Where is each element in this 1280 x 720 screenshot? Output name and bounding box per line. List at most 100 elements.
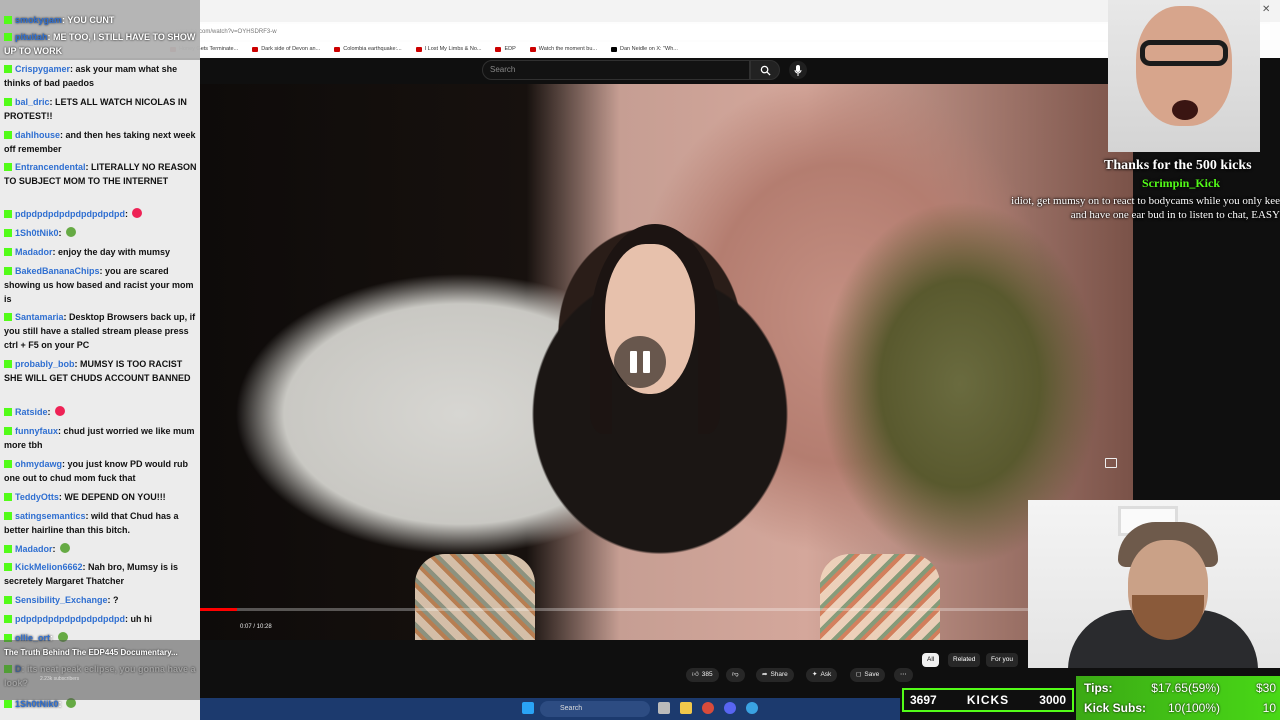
miniplayer-icon[interactable] [1105, 458, 1117, 468]
chat-message: Madador: enjoy the day with mumsy [4, 245, 200, 259]
chat-username[interactable]: Madador [15, 247, 53, 257]
windows-start-icon[interactable] [522, 702, 534, 714]
bookmark-icon [495, 46, 502, 52]
close-icon[interactable]: ✕ [1262, 4, 1270, 15]
kick-badge-icon [4, 98, 12, 106]
chat-separator: : [52, 544, 59, 554]
search-button[interactable] [750, 60, 780, 80]
alert-title: Thanks for the 500 kicks [1104, 158, 1252, 173]
alert-username: Scrimpin_Kick [1142, 176, 1221, 190]
save-button[interactable]: ◻ Save [850, 668, 886, 682]
subs-label: Kick Subs: [1084, 701, 1147, 715]
search-input[interactable]: Search [482, 60, 750, 80]
chat-username[interactable]: Ratside [15, 407, 48, 417]
like-button[interactable]: 👍︎ 385 [686, 668, 719, 682]
bookmark-icon [415, 46, 422, 52]
pause-button[interactable] [614, 336, 666, 388]
bookmark[interactable]: Colombia earthquake:... [334, 46, 402, 52]
dislike-button[interactable]: 👎︎ [726, 668, 745, 682]
kick-badge-icon [4, 512, 12, 520]
video-progress-bar[interactable] [200, 608, 1133, 611]
tips-row: Tips: $17.65(59%) $30 [1084, 681, 1280, 695]
taskbar-search[interactable]: Search [540, 701, 650, 717]
chat-username[interactable]: probably_bob [15, 359, 75, 369]
kick-badge-icon [4, 163, 12, 171]
emote-icon [132, 208, 143, 218]
chat-username[interactable]: Madador [15, 544, 53, 554]
chat-text: ? [113, 595, 119, 605]
task-view-icon[interactable] [658, 702, 670, 714]
address-bar[interactable]: youtube.com/watch?v=OYHSDRF3-w [170, 24, 1270, 40]
chat-text: WE DEPEND ON YOU!!! [64, 492, 166, 502]
chat-username[interactable]: dahlhouse [15, 130, 60, 140]
share-button[interactable]: ➦ Share [756, 668, 794, 682]
chat-message: Madador: [4, 542, 200, 556]
kicks-target: 3000 [1039, 693, 1066, 707]
kicks-goal-bar: 3697 KICKS 3000 [902, 688, 1074, 712]
chat-message: Ratside: [4, 405, 200, 419]
sparkle-icon: ✦ [812, 671, 818, 678]
subs-goal: 10 [1262, 701, 1276, 715]
chat-username[interactable]: pdpdpdpdpdpdpdpdpdpd [15, 614, 125, 624]
chat-username[interactable]: satingsemantics [15, 511, 86, 521]
search-icon [760, 65, 771, 76]
chat-username[interactable]: TeddyOtts [15, 492, 59, 502]
app-icon[interactable] [746, 702, 758, 714]
chat-message: pdpdpdpdpdpdpdpdpdpd: uh hi [4, 612, 200, 626]
thumbs-up-icon: 👍︎ [692, 671, 699, 678]
voice-search-button[interactable] [789, 61, 807, 79]
chat-message: pdpdpdpdpdpdpdpdpdpd: [4, 207, 200, 221]
more-actions-button[interactable]: ⋯ [894, 668, 913, 682]
chat-message: pituitah: ME TOO, I STILL HAVE TO SHOW U… [4, 30, 200, 58]
chat-message: TeddyOtts: WE DEPEND ON YOU!!! [4, 490, 200, 504]
webcam-bottom [1028, 500, 1280, 668]
chat-message: smokygam: YOU CUNT [4, 13, 200, 27]
chat-username[interactable]: 1Sh0tNik0 [15, 699, 59, 709]
chat-message: 1Sh0tNik0: [4, 226, 200, 240]
file-explorer-icon[interactable] [680, 702, 692, 714]
chat-username[interactable]: pdpdpdpdpdpdpdpdpdpd [15, 209, 125, 219]
discord-icon[interactable] [724, 702, 736, 714]
chat-username[interactable]: pituitah [15, 32, 48, 42]
chat-username[interactable]: Sensibility_Exchange [15, 595, 108, 605]
bookmark[interactable]: Watch the moment bu... [529, 46, 597, 52]
kick-badge-icon [4, 313, 12, 321]
tips-panel: Tips: $17.65(59%) $30 Kick Subs: 10(100%… [1076, 676, 1280, 720]
tips-label: Tips: [1084, 681, 1113, 695]
ask-button[interactable]: ✦ Ask [806, 668, 838, 682]
bookmark[interactable]: Dark side of Devon an... [252, 46, 320, 52]
chat-message: Crispygamer: ask your mam what she think… [4, 62, 200, 90]
chat-username[interactable]: KickMelion6662 [15, 562, 83, 572]
bookmark[interactable]: I Lost My Limbs & No... [415, 46, 481, 52]
chat-username[interactable]: Santamaria [15, 312, 64, 322]
chat-username[interactable]: bal_dric [15, 97, 50, 107]
video-player[interactable]: 0:07 / 10:28 [200, 84, 1133, 640]
pause-icon [643, 351, 650, 373]
kick-badge-icon [4, 615, 12, 623]
chat-username[interactable]: ohmydawg [15, 459, 62, 469]
chrome-icon[interactable] [702, 702, 714, 714]
kick-badge-icon [4, 210, 12, 218]
bookmark[interactable]: EDP [495, 46, 516, 52]
chat-overlay: smokygam: YOU CUNT pituitah: ME TOO, I ST… [0, 0, 200, 720]
chip-all[interactable]: All [922, 653, 940, 667]
chat-username[interactable]: funnyfaux [15, 426, 58, 436]
kicks-label: KICKS [966, 693, 1010, 707]
thumbs-down-icon: 👎︎ [732, 671, 739, 678]
chat-username[interactable]: Entrancendental [15, 162, 86, 172]
emote-icon [55, 406, 66, 416]
share-icon: ➦ [762, 671, 768, 678]
chip-for-you[interactable]: For you [986, 653, 1019, 667]
chat-username[interactable]: smokygam [15, 15, 62, 25]
alert-message-line: and have one ear bud in to listen to cha… [1070, 209, 1280, 221]
chat-username[interactable]: 1Sh0tNik0 [15, 228, 59, 238]
chat-username[interactable]: BakedBananaChips [15, 266, 100, 276]
kick-badge-icon [4, 460, 12, 468]
time-display: 0:07 / 10:28 [240, 624, 272, 630]
video-title[interactable]: The Truth Behind The EDP445 Documentary.… [4, 648, 178, 657]
chip-related[interactable]: Related [948, 653, 981, 667]
bookmark-icon: ◻ [856, 671, 862, 678]
bookmark[interactable]: Dan Neidle on X: "Wh... [610, 46, 678, 52]
chat-username[interactable]: Crispygamer [15, 64, 70, 74]
alert-message: idiot, get mumsy on to react to bodycams… [982, 194, 1280, 222]
